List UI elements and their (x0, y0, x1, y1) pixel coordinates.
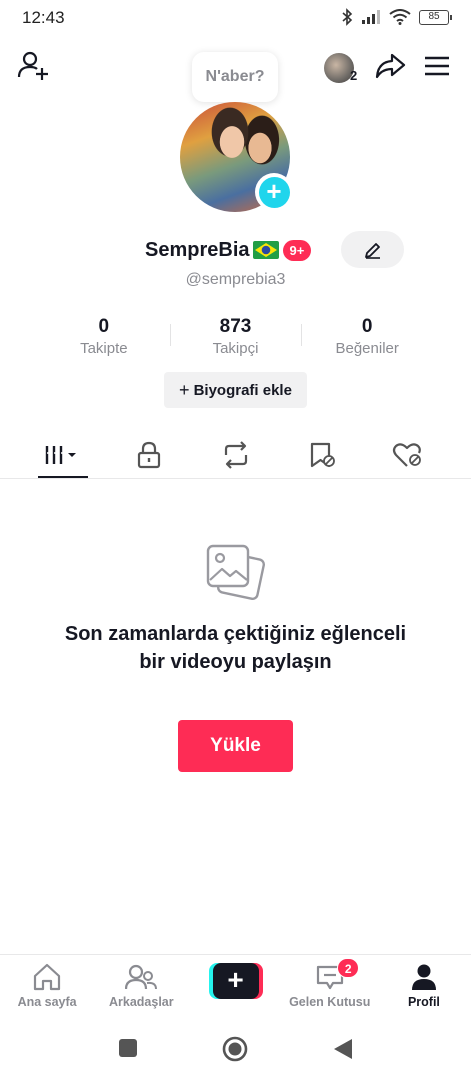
wifi-icon (389, 9, 411, 25)
status-icons: 85 (341, 8, 452, 26)
create-button[interactable]: + (208, 963, 263, 999)
video-grid-icon (45, 446, 77, 464)
tab-private[interactable] (106, 432, 192, 478)
pencil-icon (364, 242, 380, 259)
add-user-icon (17, 51, 48, 80)
likes-count: 0 (361, 316, 373, 337)
tab-favorites[interactable] (279, 432, 365, 478)
plus-icon: + (212, 963, 259, 999)
share-icon (375, 53, 406, 79)
heart-hidden-icon (392, 443, 421, 467)
empty-state-message: Son zamanlarda çektiğiniz eğlenceli bir … (64, 623, 407, 673)
nav-home[interactable]: Ana sayfa (0, 955, 94, 1016)
tab-videos[interactable] (20, 432, 106, 478)
notification-badge[interactable]: 9+ (282, 239, 312, 261)
lock-icon (138, 441, 161, 469)
nav-profile[interactable]: Profil (377, 955, 471, 1016)
add-bio-label: Biyografi ekle (193, 381, 292, 399)
profile-icon (411, 964, 436, 990)
stat-followers[interactable]: 873 Takipçi (169, 316, 302, 360)
username: SempreBia (145, 238, 250, 261)
status-bubble-text: N'aber? (205, 68, 265, 85)
plus-icon: + (258, 176, 290, 208)
nav-inbox-label: Gelen Kutusu (289, 995, 371, 1009)
plus-icon: + (179, 379, 190, 400)
profile-handle: @semprebia3 (185, 271, 286, 288)
account-count: 2 (350, 68, 358, 83)
tabs-divider (0, 478, 471, 479)
bookmark-hidden-icon (310, 442, 335, 468)
menu-icon (425, 56, 449, 76)
stat-likes[interactable]: 0 Beğeniler (301, 316, 433, 360)
status-bubble[interactable]: N'aber? (192, 52, 278, 102)
nav-create[interactable]: + (188, 955, 282, 1016)
profile-stats: 0 Takipte 873 Takipçi 0 Beğeniler (38, 316, 433, 360)
friends-icon (125, 964, 158, 990)
repost-icon (224, 441, 247, 469)
add-bio-button[interactable]: + Biyografi ekle (164, 372, 307, 408)
share-profile-button[interactable] (372, 48, 408, 84)
signal-icon (362, 10, 380, 24)
followers-label: Takipçi (212, 340, 259, 357)
tab-reposts[interactable] (192, 432, 278, 478)
nav-friends-label: Arkadaşlar (108, 995, 174, 1009)
edit-profile-button[interactable] (341, 231, 404, 268)
home-system-icon[interactable] (222, 1036, 248, 1062)
likes-label: Beğeniler (335, 340, 399, 357)
nav-profile-label: Profil (407, 995, 440, 1009)
nav-inbox[interactable]: 2 Gelen Kutusu (283, 955, 377, 1016)
photos-icon (206, 544, 265, 600)
battery-level: 85 (428, 10, 440, 22)
home-icon (33, 963, 61, 991)
battery-icon: 85 (419, 9, 452, 25)
back-icon[interactable] (333, 1038, 353, 1060)
following-count: 0 (98, 316, 110, 337)
content-tabs (20, 432, 451, 478)
stat-following[interactable]: 0 Takipte (38, 316, 170, 360)
add-friend-button[interactable] (15, 48, 51, 84)
nav-home-label: Ana sayfa (17, 995, 77, 1009)
menu-button[interactable] (419, 48, 455, 84)
tab-liked[interactable] (365, 432, 451, 478)
bluetooth-icon (342, 8, 353, 26)
system-navigation (0, 1022, 471, 1080)
username-row: SempreBia 9+ (145, 236, 312, 264)
status-time: 12:43 (22, 8, 65, 27)
inbox-badge: 2 (337, 958, 360, 978)
status-bar: 12:43 85 (0, 0, 471, 36)
nav-friends[interactable]: Arkadaşlar (94, 955, 188, 1016)
recent-apps-icon[interactable] (118, 1038, 138, 1058)
add-story-button[interactable]: + (255, 173, 293, 211)
bottom-navigation: Ana sayfa Arkadaşlar + 2 Gelen Kutusu Pr… (0, 954, 471, 1016)
brazil-flag-icon (252, 241, 279, 259)
upload-button[interactable]: Yükle (178, 720, 293, 772)
followers-count: 873 (219, 316, 252, 337)
following-label: Takipte (80, 340, 128, 357)
